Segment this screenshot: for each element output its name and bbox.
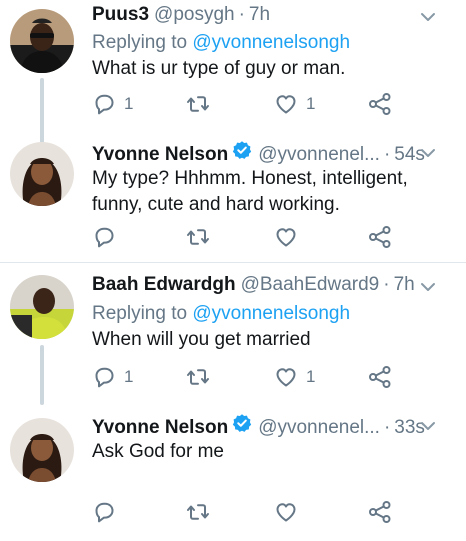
chevron-down-icon[interactable]: [420, 420, 436, 432]
display-name[interactable]: Baah Edwardgh: [92, 274, 236, 296]
tweet-actions: [92, 498, 392, 526]
avatar[interactable]: [10, 275, 74, 339]
retweet-icon: [186, 365, 210, 389]
retweet-icon: [186, 92, 210, 116]
tweet-yvonne-nelson-reply-2[interactable]: Yvonne Nelson @yvonnenel... · 33s Ask Go…: [0, 403, 466, 541]
display-name[interactable]: Puus3: [92, 4, 149, 26]
tweet-puus3[interactable]: Puus3 @posygh · 7h Replying to @yvonnene…: [0, 0, 466, 148]
chevron-down-icon[interactable]: [420, 11, 436, 23]
thread-line: [40, 345, 44, 405]
chevron-down-icon[interactable]: [420, 147, 436, 159]
heart-icon: [274, 92, 298, 116]
share-icon: [368, 92, 392, 116]
share-icon: [368, 365, 392, 389]
timestamp[interactable]: 7h: [394, 274, 415, 296]
tweet-text: Ask God for me: [92, 441, 224, 462]
reply-button[interactable]: 1: [92, 363, 133, 391]
replying-to-label: Replying to: [92, 303, 188, 324]
user-handle[interactable]: @yvonnenel...: [258, 417, 380, 439]
verified-badge-icon: [232, 413, 252, 433]
share-icon: [368, 225, 392, 249]
tweet-header: Baah Edwardgh @BaahEdward9 · 7h: [92, 274, 426, 304]
like-count: 1: [306, 367, 316, 386]
separator-dot: ·: [383, 144, 391, 165]
retweet-button[interactable]: [186, 90, 210, 118]
display-name[interactable]: Yvonne Nelson: [92, 417, 228, 439]
reply-icon: [92, 225, 116, 249]
tweet-yvonne-nelson-reply-1[interactable]: Yvonne Nelson @yvonnenel... · 54s My typ…: [0, 134, 466, 262]
tweet-text: What is ur type of guy or man.: [92, 58, 346, 79]
share-button[interactable]: [368, 363, 392, 391]
user-handle[interactable]: @yvonnenel...: [258, 144, 380, 166]
reply-icon: [92, 365, 116, 389]
like-button[interactable]: 1: [274, 90, 315, 118]
reply-icon: [92, 500, 116, 524]
replying-to-label: Replying to: [92, 32, 188, 53]
tweet-actions: 1 1: [92, 363, 392, 391]
reply-button[interactable]: [92, 498, 116, 526]
like-button[interactable]: 1: [274, 363, 315, 391]
user-handle[interactable]: @BaahEdward9: [241, 274, 380, 296]
reply-count: 1: [124, 367, 134, 386]
tweet-header: Puus3 @posygh · 7h: [92, 4, 426, 34]
separator-dot: ·: [238, 4, 245, 25]
verified-badge-icon: [232, 140, 252, 160]
retweet-button[interactable]: [186, 363, 210, 391]
heart-icon: [274, 225, 298, 249]
like-count: 1: [306, 94, 316, 113]
reply-count: 1: [124, 94, 134, 113]
tweet-actions: [92, 223, 392, 251]
share-button[interactable]: [368, 90, 392, 118]
reply-button[interactable]: [92, 223, 116, 251]
separator-dot: ·: [383, 417, 391, 438]
share-icon: [368, 500, 392, 524]
avatar[interactable]: [10, 418, 74, 482]
chevron-down-icon[interactable]: [420, 281, 436, 293]
user-handle[interactable]: @posygh: [154, 4, 235, 26]
replying-to: Replying to @yvonnenelsongh: [92, 32, 350, 54]
retweet-button[interactable]: [186, 223, 210, 251]
tweet-baah-edwardgh[interactable]: Baah Edwardgh @BaahEdward9 · 7h Replying…: [0, 263, 466, 405]
avatar[interactable]: [10, 9, 74, 73]
mention-link[interactable]: @yvonnenelsongh: [192, 303, 350, 324]
heart-icon: [274, 500, 298, 524]
timestamp[interactable]: 7h: [249, 4, 270, 26]
tweet-text: When will you get married: [92, 329, 311, 350]
heart-icon: [274, 365, 298, 389]
display-name[interactable]: Yvonne Nelson: [92, 144, 228, 166]
share-button[interactable]: [368, 498, 392, 526]
retweet-button[interactable]: [186, 498, 210, 526]
avatar[interactable]: [10, 142, 74, 206]
separator-dot: ·: [383, 274, 390, 295]
retweet-icon: [186, 225, 210, 249]
reply-button[interactable]: 1: [92, 90, 133, 118]
replying-to: Replying to @yvonnenelsongh: [92, 303, 350, 325]
share-button[interactable]: [368, 223, 392, 251]
tweet-text: My type? Hhhmm. Honest, intelligent, fun…: [92, 168, 408, 215]
mention-link[interactable]: @yvonnenelsongh: [192, 32, 350, 53]
retweet-icon: [186, 500, 210, 524]
reply-icon: [92, 92, 116, 116]
like-button[interactable]: [274, 498, 298, 526]
tweet-actions: 1 1: [92, 90, 392, 118]
like-button[interactable]: [274, 223, 298, 251]
